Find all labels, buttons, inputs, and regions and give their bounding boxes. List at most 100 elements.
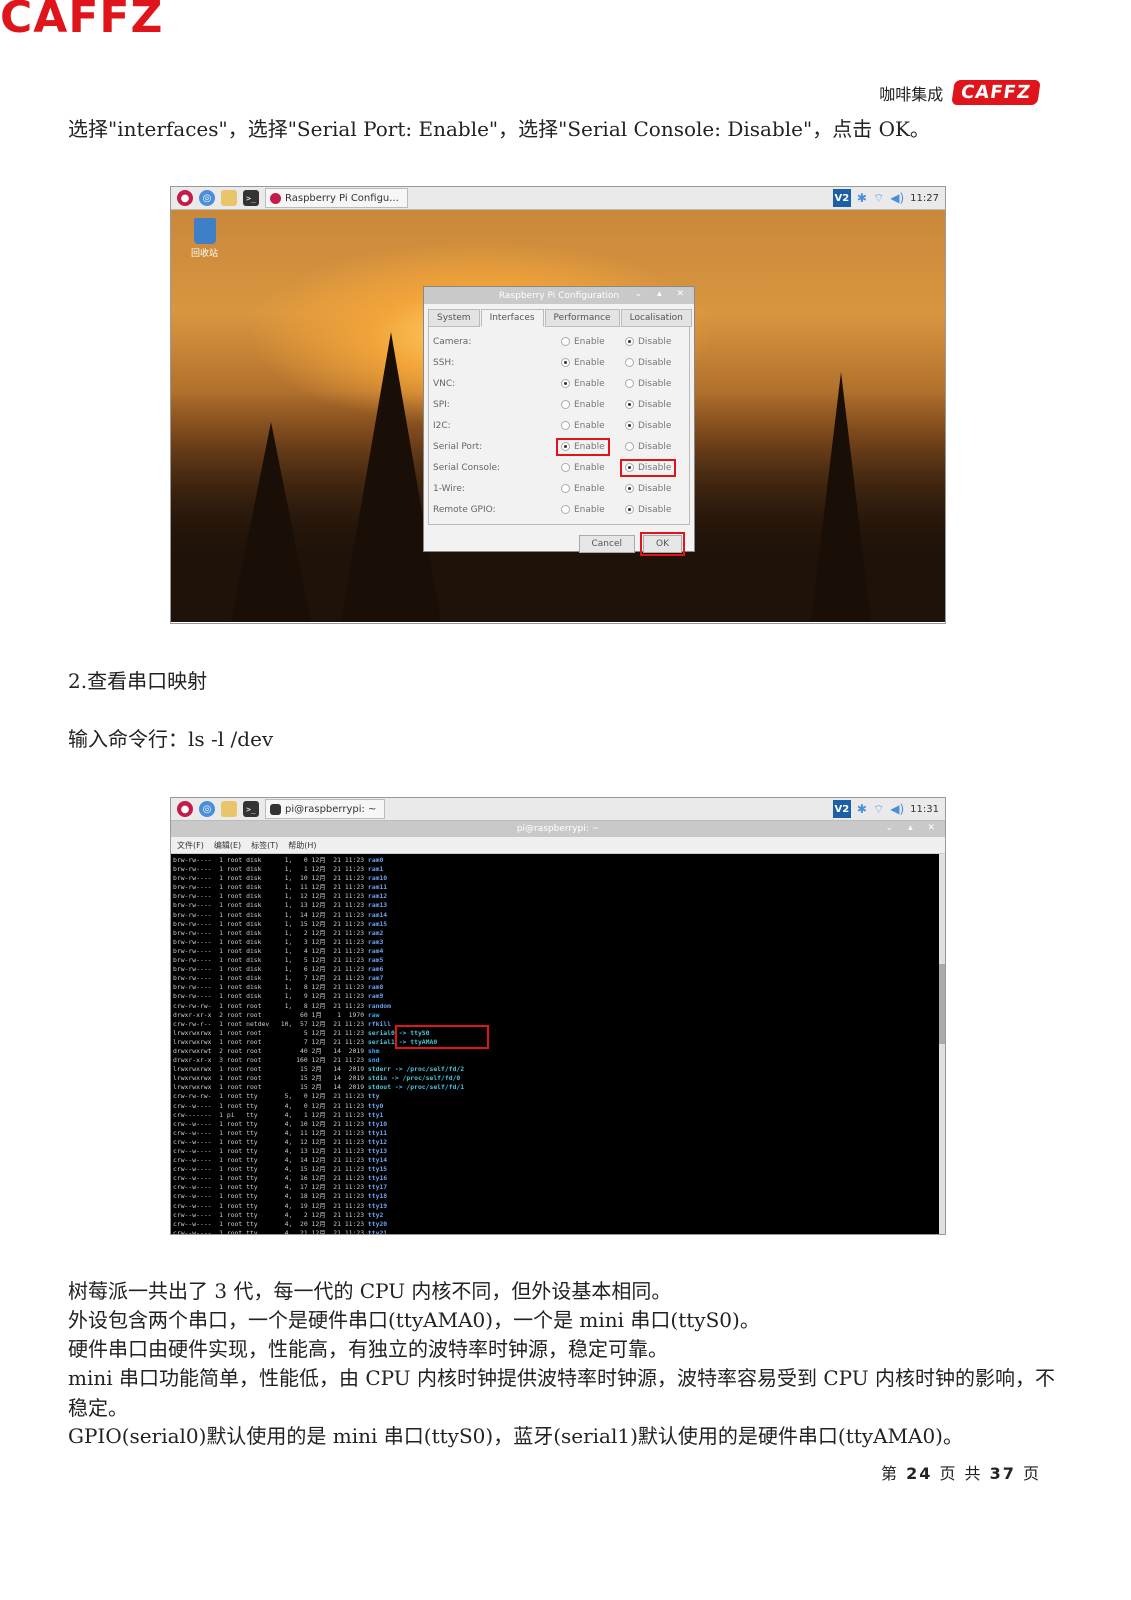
radio-icon[interactable] [625,463,634,472]
disable-radio-option[interactable]: Disable [623,336,687,348]
disable-radio-option[interactable]: Disable [623,378,687,390]
folder-icon[interactable] [221,190,237,206]
terminal-line: brw-rw---- 1 root disk 1, 2 12月 21 11:23… [173,929,945,938]
enable-radio-option[interactable]: Enable [559,483,623,495]
disable-radio-option[interactable]: Disable [623,399,687,411]
file-attributes: crw--w---- 1 root tty 4, 19 12月 21 11:23 [173,1201,368,1210]
terminal-output[interactable]: brw-rw---- 1 root disk 1, 0 12月 21 11:23… [171,854,945,1234]
vnc-icon[interactable]: V2 [832,800,851,818]
command-instruction: 输入命令行：ls -l /dev [68,727,274,751]
terminal-line: drwxrwxrwt 2 root root 40 2月 14 2019 shm [173,1047,945,1056]
terminal-menubar: 文件(F) 编辑(E) 标签(T) 帮助(H) [171,837,945,854]
bluetooth-icon[interactable]: ✱ [857,802,867,816]
enable-radio-option[interactable]: Enable [559,420,623,432]
menu-edit[interactable]: 编辑(E) [214,840,241,851]
radio-icon[interactable] [625,358,634,367]
menu-help[interactable]: 帮助(H) [288,840,316,851]
disable-radio-option[interactable]: Disable [623,420,687,432]
enable-radio-option[interactable]: Enable [559,336,623,348]
disable-label: Disable [638,420,672,431]
terminal-line: brw-rw---- 1 root disk 1, 12 12月 21 11:2… [173,892,945,901]
raspberry-menu-icon[interactable]: ● [177,190,193,206]
volume-icon[interactable]: ◀) [890,191,904,205]
file-attributes: brw-rw---- 1 root disk 1, 9 12月 21 11:23 [173,992,368,1001]
taskbar-window-button[interactable]: Raspberry Pi Configu... [265,188,408,208]
radio-icon[interactable] [561,337,570,346]
terminal-line: brw-rw---- 1 root disk 1, 9 12月 21 11:23… [173,992,945,1001]
radio-icon[interactable] [625,421,634,430]
radio-icon[interactable] [561,442,570,451]
cancel-button[interactable]: Cancel [578,535,635,553]
radio-icon[interactable] [561,505,570,514]
menu-tabs[interactable]: 标签(T) [251,840,278,851]
file-name: tty17 [367,1183,388,1192]
radio-icon[interactable] [625,442,634,451]
disable-radio-option[interactable]: Disable [623,357,687,369]
radio-icon[interactable] [625,337,634,346]
terminal-line: lrwxrwxrwx 1 root root 15 2月 14 2019 std… [173,1065,945,1074]
folder-icon[interactable] [221,801,237,817]
radio-icon[interactable] [625,379,634,388]
radio-icon[interactable] [625,505,634,514]
scrollbar-thumb[interactable] [939,964,945,1044]
enable-radio-option[interactable]: Enable [559,378,623,390]
tab-interfaces[interactable]: Interfaces [480,309,544,327]
bluetooth-icon[interactable]: ✱ [857,191,867,205]
taskbar-window-button[interactable]: pi@raspberrypi: ~ [265,799,386,819]
file-attributes: crw-rw-rw- 1 root root 1, 8 12月 21 11:23 [173,1001,368,1010]
enable-radio-option[interactable]: Enable [559,462,623,474]
disable-radio-option[interactable]: Disable [619,458,687,477]
wifi-icon[interactable]: ⌔ [873,191,884,206]
vnc-icon[interactable]: V2 [832,189,851,207]
volume-icon[interactable]: ◀) [890,802,904,816]
trash-desktop-item[interactable]: 回收站 [191,218,218,259]
browser-icon[interactable]: ◎ [199,801,215,817]
file-name: ram14 [367,910,388,919]
terminal-line: brw-rw---- 1 root disk 1, 3 12月 21 11:23… [173,938,945,947]
total-page-number: 37 [989,1464,1016,1483]
tab-localisation[interactable]: Localisation [620,309,692,327]
radio-icon[interactable] [561,463,570,472]
tab-system[interactable]: System [428,309,480,327]
radio-icon[interactable] [625,484,634,493]
terminal-icon[interactable]: >_ [243,801,259,817]
radio-icon[interactable] [625,400,634,409]
tab-performance[interactable]: Performance [544,309,620,327]
enable-label: Enable [574,336,605,347]
window-controls[interactable]: ⌄ ▴ ✕ [635,289,690,299]
terminal-line: crw-rw-rw- 1 root tty 5, 0 12月 21 11:23 … [173,1092,945,1101]
window-controls[interactable]: ⌄ ▴ ✕ [886,823,941,833]
enable-radio-option[interactable]: Enable [559,357,623,369]
enable-label: Enable [574,462,605,473]
radio-icon[interactable] [561,421,570,430]
radio-icon[interactable] [561,379,570,388]
option-row: Serial Console: Enable Disable [429,457,689,478]
file-attributes: brw-rw---- 1 root disk 1, 6 12月 21 11:23 [173,965,368,974]
raspberry-menu-icon[interactable]: ● [177,801,193,817]
terminal-line: drwxr-xr-x 2 root root 60 1月 1 1970 raw [173,1011,945,1020]
file-attributes: crw--w---- 1 root tty 4, 10 12月 21 11:23 [173,1119,368,1128]
disable-radio-option[interactable]: Disable [623,504,687,516]
paragraph-hardware-uart: 硬件串口由硬件实现，性能高，有独立的波特率时钟源，稳定可靠。 [68,1337,668,1361]
terminal-line: crw------- 1 pi tty 4, 1 12月 21 11:23 tt… [173,1111,945,1120]
wifi-icon[interactable]: ⌔ [873,802,884,817]
radio-icon[interactable] [561,484,570,493]
ok-button[interactable]: OK [640,532,685,556]
file-name: ram9 [367,992,384,1001]
radio-icon[interactable] [561,358,570,367]
file-name: ram10 [367,874,388,883]
option-row: 1-Wire: Enable Disable [429,478,689,499]
file-attributes: drwxr-xr-x 3 root root 160 12月 21 11:23 [173,1056,368,1065]
enable-radio-option[interactable]: Enable [559,504,623,516]
disable-radio-option[interactable]: Disable [623,441,687,453]
radio-icon[interactable] [561,400,570,409]
menu-file[interactable]: 文件(F) [177,840,204,851]
terminal-line: brw-rw---- 1 root disk 1, 15 12月 21 11:2… [173,920,945,929]
enable-radio-option[interactable]: Enable [556,437,623,456]
enable-radio-option[interactable]: Enable [559,399,623,411]
file-attributes: brw-rw---- 1 root disk 1, 8 12月 21 11:23 [173,983,368,992]
disable-radio-option[interactable]: Disable [623,483,687,495]
terminal-icon[interactable]: >_ [243,190,259,206]
browser-icon[interactable]: ◎ [199,190,215,206]
terminal-scrollbar[interactable] [939,854,945,1234]
